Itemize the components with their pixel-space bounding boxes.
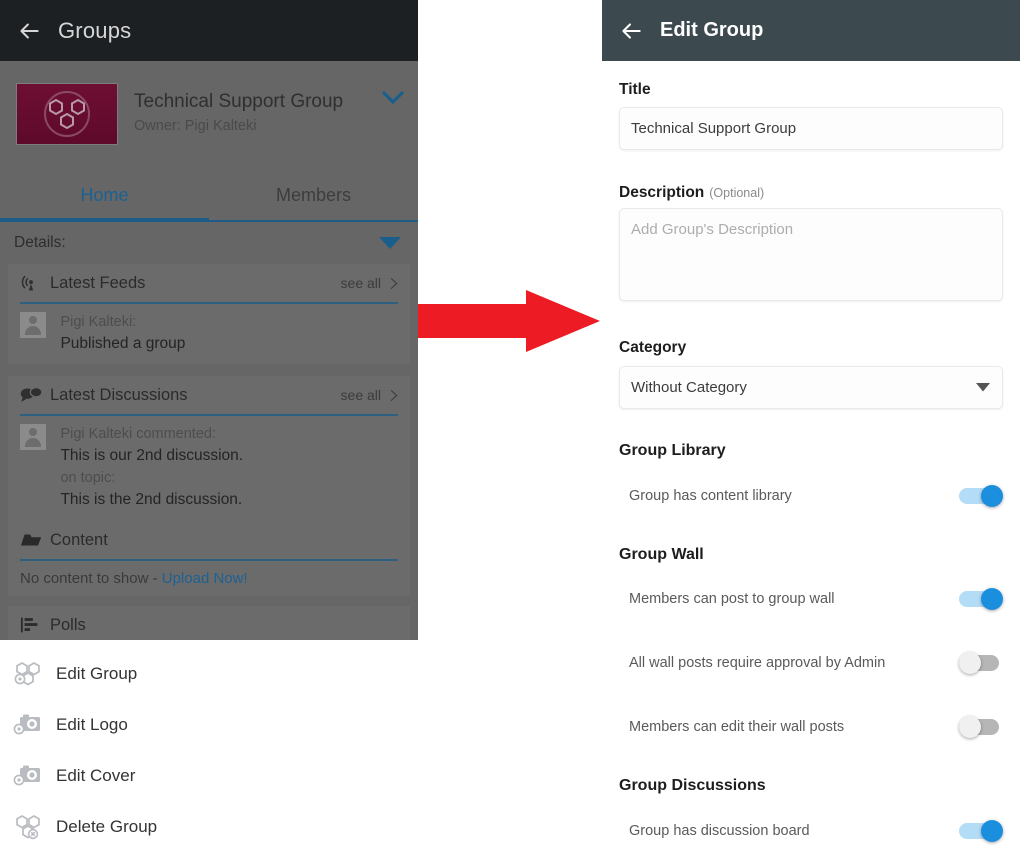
option-row-posts-require-approval[interactable]: All wall posts require approval by Admin bbox=[629, 652, 1003, 674]
see-all-feeds-button[interactable]: see all bbox=[341, 275, 400, 291]
see-all-label: see all bbox=[340, 387, 381, 403]
card-title: Latest Feeds bbox=[50, 273, 146, 292]
option-row-members-can-edit-posts[interactable]: Members can edit their wall posts bbox=[629, 716, 1003, 738]
discussion-topic-label: on topic: bbox=[60, 469, 116, 486]
right-appbar-title: Edit Group bbox=[660, 19, 764, 41]
triangle-down-icon bbox=[379, 237, 401, 249]
details-row[interactable]: Details: bbox=[0, 225, 418, 260]
option-label: Members can post to group wall bbox=[629, 591, 835, 607]
arrow-left-icon bbox=[622, 22, 641, 39]
option-label: Members can edit their wall posts bbox=[629, 719, 845, 735]
discussion-text: This is our 2nd discussion. bbox=[60, 446, 244, 464]
see-all-discussions-button[interactable]: see all bbox=[341, 387, 400, 403]
card-content: Content No content to show - Upload Now! bbox=[8, 521, 410, 596]
menu-item-delete-group[interactable]: Delete Group bbox=[0, 801, 418, 852]
toggle-posts-require-approval[interactable] bbox=[959, 652, 1003, 674]
group-expand-button[interactable] bbox=[382, 91, 404, 110]
dimmed-overlay-region: Technical Support Group Owner: Pigi Kalt… bbox=[0, 61, 418, 646]
menu-item-label: Edit Cover bbox=[56, 765, 136, 785]
title-input-value: Technical Support Group bbox=[631, 120, 797, 137]
group-name: Technical Support Group bbox=[134, 91, 344, 112]
menu-item-label: Edit Group bbox=[56, 663, 138, 683]
card-latest-discussions: Latest Discussions see all Pigi Kalteki bbox=[8, 376, 410, 526]
details-label: Details: bbox=[14, 233, 66, 251]
toggle-group-has-content-library[interactable] bbox=[959, 485, 1003, 507]
option-label: All wall posts require approval by Admin bbox=[629, 655, 886, 671]
card-latest-feeds: Latest Feeds see all Pigi Kalteki: Publi… bbox=[8, 264, 410, 364]
left-panel-groups-screen: Groups Technical Support Group Owner: Pi… bbox=[0, 0, 418, 865]
group-actions-menu: Edit Group Edit Logo Edit Cover Delete G… bbox=[0, 640, 418, 865]
option-label: Group has discussion board bbox=[629, 823, 810, 839]
option-label: Group has content library bbox=[629, 488, 792, 504]
section-title-group-library: Group Library bbox=[619, 442, 726, 459]
red-right-arrow bbox=[418, 290, 600, 352]
description-optional-tag: (Optional) bbox=[709, 186, 765, 200]
feed-text: Published a group bbox=[60, 334, 186, 352]
card-title: Latest Discussions bbox=[50, 385, 188, 404]
avatar bbox=[20, 423, 46, 450]
tab-home[interactable]: Home bbox=[0, 169, 209, 221]
option-row-members-can-post[interactable]: Members can post to group wall bbox=[629, 588, 1003, 610]
menu-item-edit-cover[interactable]: Edit Cover bbox=[0, 750, 418, 801]
broadcast-icon bbox=[20, 272, 50, 294]
chevron-right-icon bbox=[390, 389, 398, 401]
dropdown-arrow-icon bbox=[976, 379, 990, 397]
group-owner: Owner: Pigi Kalteki bbox=[134, 118, 257, 134]
tab-active-indicator bbox=[0, 218, 209, 222]
section-title-group-discussions: Group Discussions bbox=[619, 777, 766, 794]
comments-icon bbox=[20, 385, 50, 405]
camera-settings-icon bbox=[0, 763, 56, 789]
chevron-right-icon bbox=[390, 277, 398, 289]
title-field-label: Title bbox=[619, 81, 651, 98]
group-settings-icon bbox=[0, 660, 56, 688]
see-all-label: see all bbox=[340, 275, 381, 291]
content-empty-state: No content to show - Upload Now! bbox=[8, 561, 410, 596]
avatar bbox=[20, 311, 46, 338]
toggle-members-can-edit-posts[interactable] bbox=[959, 716, 1003, 738]
tab-members[interactable]: Members bbox=[209, 169, 418, 221]
camera-settings-icon bbox=[0, 712, 56, 738]
group-delete-icon bbox=[0, 813, 56, 841]
group-tabs: Home Members bbox=[0, 169, 418, 225]
left-back-button[interactable] bbox=[0, 0, 58, 61]
toggle-members-can-post[interactable] bbox=[959, 588, 1003, 610]
folder-icon bbox=[20, 531, 50, 549]
menu-item-edit-group[interactable]: Edit Group bbox=[0, 648, 418, 699]
poll-bars-icon bbox=[20, 616, 50, 634]
menu-item-edit-logo[interactable]: Edit Logo bbox=[0, 699, 418, 750]
description-field-label-row: Description (Optional) bbox=[619, 184, 764, 202]
category-field-label: Category bbox=[619, 339, 687, 356]
discussion-topic-text: This is the 2nd discussion. bbox=[60, 490, 243, 508]
upload-now-link[interactable]: Upload Now! bbox=[162, 570, 248, 587]
chevron-down-icon bbox=[382, 91, 404, 105]
category-select[interactable]: Without Category bbox=[619, 366, 1003, 409]
title-input[interactable]: Technical Support Group bbox=[619, 107, 1003, 150]
details-toggle-button[interactable] bbox=[378, 236, 402, 255]
description-placeholder: Add Group's Description bbox=[631, 221, 794, 238]
arrow-left-icon bbox=[20, 23, 39, 38]
right-back-button[interactable] bbox=[602, 0, 660, 61]
card-title: Polls bbox=[50, 615, 86, 634]
feed-author: Pigi Kalteki: bbox=[60, 313, 137, 330]
description-field-label: Description bbox=[619, 184, 705, 201]
group-header: Technical Support Group Owner: Pigi Kalt… bbox=[0, 61, 418, 166]
menu-item-label: Edit Logo bbox=[56, 714, 128, 734]
card-title: Content bbox=[50, 530, 108, 549]
option-row-group-has-content-library[interactable]: Group has content library bbox=[629, 485, 1003, 507]
content-empty-text: No content to show - bbox=[20, 569, 162, 587]
group-logo bbox=[16, 83, 118, 145]
description-textarea[interactable]: Add Group's Description bbox=[619, 208, 1003, 301]
section-title-group-wall: Group Wall bbox=[619, 546, 704, 563]
discussion-author: Pigi Kalteki commented: bbox=[60, 425, 216, 442]
option-row-group-has-discussion-board[interactable]: Group has discussion board bbox=[629, 820, 1003, 842]
screenshot-root: Groups Technical Support Group Owner: Pi… bbox=[0, 0, 1020, 865]
right-panel-edit-group-screen: Edit Group Title Technical Support Group… bbox=[602, 0, 1020, 865]
right-appbar: Edit Group bbox=[602, 0, 1020, 61]
toggle-group-has-discussion-board[interactable] bbox=[959, 820, 1003, 842]
left-appbar-title: Groups bbox=[58, 17, 132, 43]
left-appbar: Groups bbox=[0, 0, 418, 61]
menu-item-label: Delete Group bbox=[56, 816, 158, 836]
category-select-value: Without Category bbox=[631, 379, 747, 396]
hexagon-group-logo bbox=[44, 91, 90, 137]
